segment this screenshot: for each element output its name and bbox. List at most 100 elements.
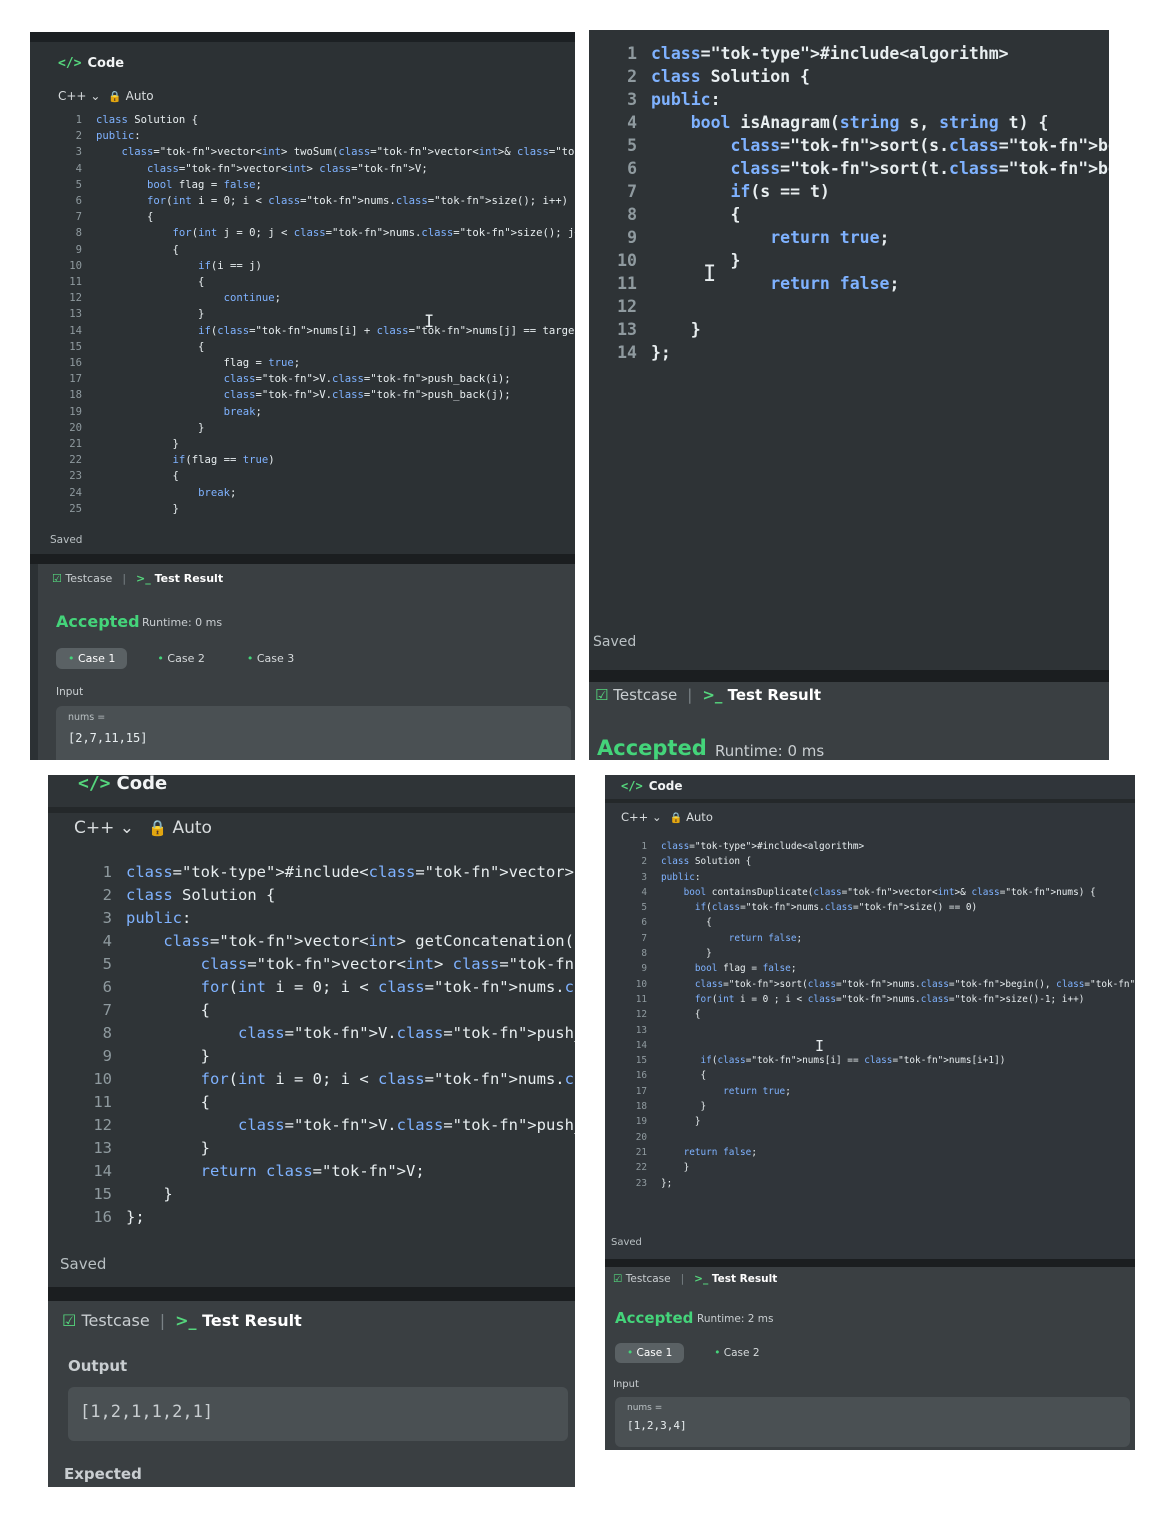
code-line[interactable]: 20 }	[58, 420, 575, 436]
code-line[interactable]: 8 class="tok-fn">V.class="tok-fn">push_b…	[84, 1022, 575, 1045]
code-line[interactable]: 9 bool flag = false;	[627, 961, 1135, 976]
auto-mode[interactable]: 🔒 Auto	[108, 89, 153, 103]
code-line[interactable]: 8 {	[607, 203, 1109, 226]
code-line[interactable]: 11 for(int i = 0 ; i < class="tok-fn">nu…	[627, 992, 1135, 1007]
code-editor[interactable]: 1 class Solution {2 public: 3 class="tok-fn…	[58, 112, 575, 517]
code-line[interactable]: 9 return true;	[607, 226, 1109, 249]
code-line[interactable]: 22 if(flag == true)	[58, 452, 575, 468]
auto-mode[interactable]: 🔒 Auto	[148, 818, 212, 838]
case-tab[interactable]: Case 1	[56, 648, 128, 669]
panel-divider[interactable]	[589, 670, 1109, 682]
case-tab[interactable]: Case 3	[235, 648, 306, 669]
code-line[interactable]: 6 for(int i = 0; i < class="tok-fn">nums…	[58, 193, 575, 209]
code-line[interactable]: 7 if(s == t)	[607, 180, 1109, 203]
panel-divider[interactable]	[48, 1287, 575, 1301]
code-line[interactable]: 15 if(class="tok-fn">nums[i] == class="t…	[627, 1053, 1135, 1068]
tab-testcase[interactable]: ☑ Testcase	[52, 572, 112, 585]
code-line[interactable]: 21 return false;	[627, 1145, 1135, 1160]
code-line[interactable]: 6 for(int i = 0; i < class="tok-fn">nums…	[84, 976, 575, 999]
code-line[interactable]: 10 class="tok-fn">sort(class="tok-fn">nu…	[627, 977, 1135, 992]
code-line[interactable]: 1 class="tok-type">#include<class="tok-fn…	[84, 861, 575, 884]
language-select[interactable]: C++ ⌄	[621, 810, 662, 824]
tab-testcase[interactable]: ☑ Testcase	[595, 686, 677, 704]
code-line[interactable]: 4 bool isAnagram(string s, string t) {	[607, 111, 1109, 134]
code-line[interactable]: 1 class Solution {	[58, 112, 575, 128]
case-tab[interactable]: Case 1	[615, 1343, 685, 1363]
code-line[interactable]: 17 class="tok-fn">V.class="tok-fn">push_…	[58, 371, 575, 387]
case-tab[interactable]: Case 2	[145, 648, 216, 669]
code-editor[interactable]: 1 class="tok-type">#include<algorithm> 2 cl…	[607, 42, 1109, 364]
code-line[interactable]: 13 }	[607, 318, 1109, 341]
code-line[interactable]: 15 }	[84, 1183, 575, 1206]
code-line[interactable]: 25 }	[58, 501, 575, 517]
code-line[interactable]: 5 class="tok-fn">sort(s.class="tok-fn">b…	[607, 134, 1109, 157]
code-line[interactable]: 10 if(i == j)	[58, 258, 575, 274]
code-line[interactable]: 14	[627, 1038, 1135, 1053]
code-line[interactable]: 11 {	[84, 1091, 575, 1114]
code-line[interactable]: 3 class="tok-fn">vector<int> twoSum(clas…	[58, 144, 575, 160]
code-line[interactable]: 2 class Solution {	[627, 854, 1135, 869]
code-line[interactable]: 8 }	[627, 946, 1135, 961]
code-line[interactable]: 19 break;	[58, 404, 575, 420]
tab-test-result[interactable]: >_ Test Result	[175, 1311, 302, 1330]
tab-testcase[interactable]: ☑ Testcase	[62, 1311, 150, 1330]
language-select[interactable]: C++ ⌄	[58, 89, 100, 103]
code-line[interactable]: 13	[627, 1023, 1135, 1038]
code-line[interactable]: 2 class Solution {	[607, 65, 1109, 88]
code-line[interactable]: 4 class="tok-fn">vector<int> getConcaten…	[84, 930, 575, 953]
tab-test-result[interactable]: >_ Test Result	[702, 686, 821, 704]
code-line[interactable]: 12 {	[627, 1007, 1135, 1022]
code-line[interactable]: 1 class="tok-type">#include<algorithm>	[607, 42, 1109, 65]
panel-divider[interactable]	[605, 1259, 1135, 1267]
panel-divider[interactable]	[30, 554, 575, 564]
case-tab[interactable]: Case 2	[702, 1343, 771, 1363]
code-line[interactable]: 7 return false;	[627, 931, 1135, 946]
code-line[interactable]: 11 return false;	[607, 272, 1109, 295]
code-line[interactable]: 12 class="tok-fn">V.class="tok-fn">push_…	[84, 1114, 575, 1137]
code-line[interactable]: 13 }	[58, 306, 575, 322]
code-line[interactable]: 16 flag = true;	[58, 355, 575, 371]
code-line[interactable]: 16 {	[627, 1068, 1135, 1083]
code-line[interactable]: 19 }	[627, 1114, 1135, 1129]
code-line[interactable]: 4 bool containsDuplicate(class="tok-fn">…	[627, 885, 1135, 900]
code-line[interactable]: 18 }	[627, 1099, 1135, 1114]
code-line[interactable]: 5 if(class="tok-fn">nums.class="tok-fn">…	[627, 900, 1135, 915]
code-line[interactable]: 22 }	[627, 1160, 1135, 1175]
code-line[interactable]: 14 return class="tok-fn">V;	[84, 1160, 575, 1183]
tab-test-result[interactable]: >_ Test Result	[136, 572, 223, 585]
code-line[interactable]: 12	[607, 295, 1109, 318]
tab-testcase[interactable]: ☑ Testcase	[613, 1273, 671, 1285]
code-line[interactable]: 3 public:	[627, 870, 1135, 885]
language-select[interactable]: C++ ⌄	[74, 818, 134, 838]
code-line[interactable]: 14};	[607, 341, 1109, 364]
tab-test-result[interactable]: >_ Test Result	[694, 1273, 777, 1285]
code-line[interactable]: 18 class="tok-fn">V.class="tok-fn">push_…	[58, 387, 575, 403]
code-editor[interactable]: 1 class="tok-type">#include<class="tok-fn…	[84, 861, 575, 1229]
code-line[interactable]: 1 class="tok-type">#include<algorithm>	[627, 839, 1135, 854]
code-line[interactable]: 16};	[84, 1206, 575, 1229]
code-line[interactable]: 14 if(class="tok-fn">nums[i] + class="to…	[58, 323, 575, 339]
code-line[interactable]: 8 for(int j = 0; j < class="tok-fn">nums…	[58, 225, 575, 241]
code-line[interactable]: 6 {	[627, 915, 1135, 930]
code-line[interactable]: 24 break;	[58, 485, 575, 501]
code-line[interactable]: 9 {	[58, 242, 575, 258]
code-line[interactable]: 13 }	[84, 1137, 575, 1160]
code-line[interactable]: 15 {	[58, 339, 575, 355]
code-line[interactable]: 21 }	[58, 436, 575, 452]
code-line[interactable]: 3 public:	[84, 907, 575, 930]
code-line[interactable]: 2 class Solution {	[84, 884, 575, 907]
code-line[interactable]: 23 {	[58, 468, 575, 484]
code-line[interactable]: 6 class="tok-fn">sort(t.class="tok-fn">b…	[607, 157, 1109, 180]
code-line[interactable]: 4 class="tok-fn">vector<int> class="tok-…	[58, 161, 575, 177]
code-line[interactable]: 10 for(int i = 0; i < class="tok-fn">num…	[84, 1068, 575, 1091]
auto-mode[interactable]: 🔒 Auto	[670, 810, 713, 824]
code-line[interactable]: 10 }	[607, 249, 1109, 272]
code-line[interactable]: 7 {	[58, 209, 575, 225]
code-line[interactable]: 5 bool flag = false;	[58, 177, 575, 193]
code-line[interactable]: 9 }	[84, 1045, 575, 1068]
code-line[interactable]: 12 continue;	[58, 290, 575, 306]
code-line[interactable]: 20	[627, 1130, 1135, 1145]
code-line[interactable]: 2 public:	[58, 128, 575, 144]
code-line[interactable]: 5 class="tok-fn">vector<int> class="tok-…	[84, 953, 575, 976]
code-line[interactable]: 17 return true;	[627, 1084, 1135, 1099]
